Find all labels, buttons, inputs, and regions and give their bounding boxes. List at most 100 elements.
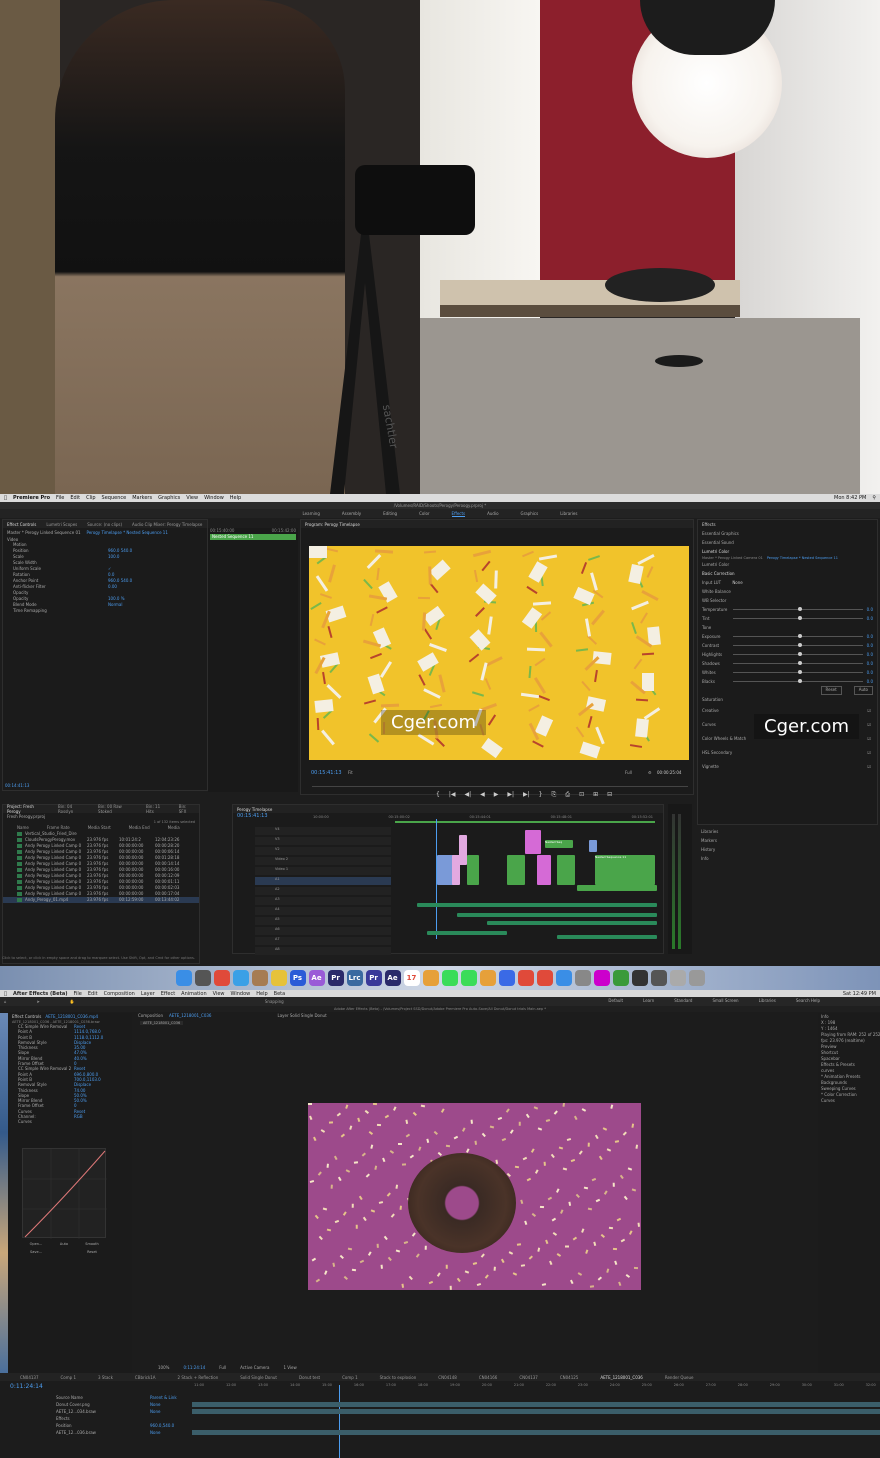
transport-button-7[interactable]: }	[539, 791, 543, 799]
work-area-bar[interactable]	[395, 821, 655, 823]
source-tab-0[interactable]: Effect Controls	[7, 522, 36, 527]
timeline-clip[interactable]	[417, 903, 657, 907]
quality-dropdown[interactable]: Full	[625, 770, 632, 775]
essential-sound[interactable]: Essential Sound	[698, 538, 877, 547]
home-icon[interactable]: ⌂	[4, 999, 7, 1004]
slider-track[interactable]	[733, 652, 863, 656]
layer-bar-1[interactable]	[192, 1402, 880, 1407]
track-header-video-1[interactable]: Video 1	[255, 867, 391, 875]
ae-menu-window[interactable]: Window	[231, 991, 251, 997]
program-tab[interactable]: Program: Perogy Timelapse	[305, 522, 360, 527]
spotify-icon[interactable]	[631, 970, 648, 986]
timeline-clip[interactable]	[467, 855, 479, 885]
lumetri-color-tab[interactable]: Lumetri Color	[698, 547, 877, 556]
slider-value[interactable]: 0.0	[867, 605, 873, 614]
project-tab-1[interactable]: Bin: 04 Rosslyn	[58, 804, 88, 814]
ae-timeline-timecode[interactable]: 0:11:24:14	[10, 1383, 43, 1390]
track-header-a8[interactable]: A8	[255, 947, 391, 955]
transport-button-12[interactable]: ⊟	[607, 791, 612, 799]
menu-file[interactable]: File	[56, 495, 64, 501]
fit-dropdown[interactable]: Fit	[348, 770, 353, 775]
transport-button-8[interactable]: ⎘	[551, 791, 556, 799]
ae-timeline-tab-8[interactable]: Stack to explosion	[380, 1375, 417, 1380]
views-dropdown[interactable]: 1 View	[283, 1365, 296, 1370]
selection-tool-icon[interactable]: ➤	[37, 999, 40, 1004]
ae-timeline-tab-6[interactable]: Donut test	[299, 1375, 320, 1380]
transport-button-2[interactable]: ◀|	[464, 791, 471, 799]
ae-layer-row[interactable]: Source Name Parent & Link	[0, 1394, 190, 1401]
transport-button-11[interactable]: ⊞	[593, 791, 598, 799]
mini-clip[interactable]: Nested Sequence 11	[210, 534, 296, 540]
pages-icon[interactable]	[498, 970, 515, 986]
lumetri-slider-exposure[interactable]: Exposure 0.0	[698, 632, 877, 641]
search-help[interactable]: Search Help	[796, 998, 820, 1003]
transport-button-4[interactable]: ▶	[494, 791, 499, 799]
slider-value[interactable]: 0.0	[867, 659, 873, 668]
curves-button-5[interactable]: Reset	[78, 1250, 106, 1254]
ae-layer-parent[interactable]: Parent & Link	[150, 1394, 177, 1401]
curves-button-1[interactable]: Auto	[50, 1242, 78, 1246]
trash-icon[interactable]	[688, 970, 705, 986]
slider-track[interactable]	[733, 643, 863, 647]
quality-dropdown[interactable]: Full	[219, 1365, 226, 1370]
ae-workspace-default[interactable]: Default	[608, 998, 623, 1003]
ae-menu-file[interactable]: File	[74, 991, 82, 997]
track-header-video-2[interactable]: Video 2	[255, 857, 391, 865]
ae-app-menu[interactable]: After Effects (Beta)	[13, 991, 68, 997]
ae-timeline-tab-10[interactable]: CN04166	[479, 1375, 498, 1380]
wb-selector[interactable]: WB Selector	[698, 596, 877, 605]
curves-button-4[interactable]	[50, 1250, 78, 1254]
comp-video-frame[interactable]	[308, 1103, 641, 1290]
zoom-dropdown[interactable]: 100%	[158, 1365, 169, 1370]
project-tab-0[interactable]: Project: Fresh Perogy	[7, 804, 48, 814]
track-header-a6[interactable]: A6	[255, 927, 391, 935]
workspace-color[interactable]: Color	[419, 511, 429, 516]
menu-graphics[interactable]: Graphics	[158, 495, 180, 501]
ae-timeline-tab-0[interactable]: CN04137	[20, 1375, 39, 1380]
timeline-clip[interactable]	[525, 830, 541, 854]
search-icon[interactable]: ⚲	[872, 495, 876, 501]
lumetri-slider-tint[interactable]: Tint 0.0	[698, 614, 877, 623]
ae-timeline-tab-1[interactable]: Comp 1	[61, 1375, 77, 1380]
slider-track[interactable]	[733, 679, 863, 683]
timeline-clip[interactable]	[459, 835, 467, 865]
ae-menu-help[interactable]: Help	[256, 991, 267, 997]
ae-layer-parent[interactable]: None	[150, 1401, 160, 1408]
lumetri-section-hsl-secondary[interactable]: HSL Secondary ☑	[698, 746, 877, 760]
project-row[interactable]: Andy_Perogy_01.mp4 23.976 fps 00:12:59:00 0…	[3, 897, 199, 903]
ae-icon[interactable]: Ae	[384, 970, 401, 986]
slider-track[interactable]	[733, 670, 863, 674]
lumetri-slider-temperature[interactable]: Temperature 0.0	[698, 605, 877, 614]
panel-markers[interactable]: Markers	[697, 836, 878, 845]
ae-timeline-tab-13[interactable]: AETE_1218001_C036	[600, 1375, 642, 1380]
saturation[interactable]: Saturation	[698, 695, 877, 704]
ae-timeline-tab-4[interactable]: 2 Stack + Reflection	[178, 1375, 219, 1380]
ae-workspace-small-screen[interactable]: Small Screen	[712, 998, 738, 1003]
ae-timeline-tab-3[interactable]: CBbrick1A	[135, 1375, 156, 1380]
notes-icon[interactable]	[270, 970, 287, 986]
ae-menu-layer[interactable]: Layer	[141, 991, 155, 997]
track-header-a7[interactable]: A7	[255, 937, 391, 945]
ae-layer-row[interactable]: Position 960.0,540.0	[0, 1422, 190, 1429]
column-header[interactable]: Name	[17, 824, 29, 831]
transport-button-0[interactable]: {	[436, 791, 440, 799]
menu-sequence[interactable]: Sequence	[102, 495, 127, 501]
timeline-clip[interactable]: Nested Seq	[545, 840, 573, 848]
timeline-clip[interactable]: Nested Sequence 11	[595, 855, 655, 885]
checkbox-icon[interactable]: ☑	[867, 760, 871, 774]
safari-icon[interactable]	[232, 970, 249, 986]
ae-timeline-tab-2[interactable]: 3 Stack	[98, 1375, 113, 1380]
timeline-clip[interactable]	[487, 921, 657, 925]
slider-track[interactable]	[733, 607, 863, 611]
track-header-a2[interactable]: A2	[255, 887, 391, 895]
photoshop-icon[interactable]: Ps	[289, 970, 306, 986]
menu-clip[interactable]: Clip	[86, 495, 95, 501]
curves-button-2[interactable]: Smooth	[78, 1242, 106, 1246]
ae-menu-edit[interactable]: Edit	[88, 991, 98, 997]
photos-icon[interactable]	[422, 970, 439, 986]
slider-value[interactable]: 0.0	[867, 677, 873, 686]
workspace-libraries[interactable]: Libraries	[560, 511, 577, 516]
workspace-graphics[interactable]: Graphics	[521, 511, 539, 516]
auto-button[interactable]: Auto	[853, 686, 873, 695]
facetime-icon[interactable]	[460, 970, 477, 986]
